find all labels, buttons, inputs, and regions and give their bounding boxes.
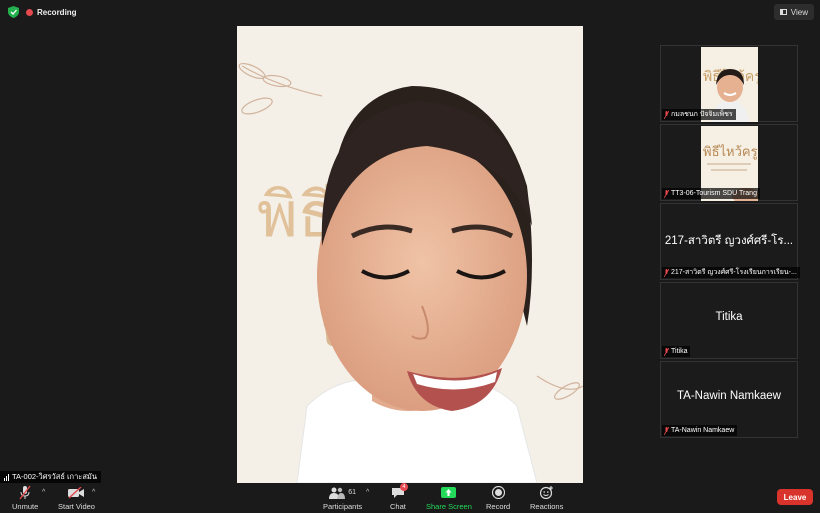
muted-mic-icon	[664, 426, 669, 435]
start-video-button[interactable]: Start Video	[58, 485, 95, 511]
participant-name-label: 217-สาวิตรี ญวงศ์ศรี-โรงเรียนการเรียน-..…	[662, 267, 800, 278]
participant-name: TT3-06-Tourism SDU Trang	[671, 190, 757, 197]
view-grid-icon	[779, 9, 787, 15]
participant-name-label: TA-Nawin Namkaew	[662, 425, 738, 436]
speaker-video-frame: พิธี ๒๘	[237, 26, 583, 483]
participant-tile[interactable]: พิธีไหว้ครู TT3-06-Tourism SDU Trang	[660, 124, 798, 201]
share-screen-button[interactable]: Share Screen	[426, 485, 472, 511]
participant-name: 217-สาวิตรี ญวงศ์ศรี-โรงเรียนการเรียน-..…	[671, 269, 797, 276]
participant-tile[interactable]: พิธีไหว้ครู กมลชนก ปัจจิมเพ็ชร	[660, 45, 798, 122]
active-speaker-name: TA-002-วิศรวัสธ์ เกาะสมัน	[12, 472, 97, 481]
unmute-label: Unmute	[12, 502, 39, 511]
participant-display-name: TA-Nawin Namkaew	[677, 390, 781, 402]
top-bar: Recording View	[0, 0, 820, 25]
chat-icon: 4	[391, 483, 408, 500]
participants-options-caret-icon[interactable]: ^	[366, 489, 369, 496]
record-button[interactable]: Record	[486, 485, 510, 511]
muted-mic-icon	[664, 189, 669, 198]
view-button[interactable]: View	[773, 4, 814, 20]
chat-button[interactable]: 4 Chat	[390, 483, 408, 511]
video-off-icon	[68, 485, 85, 500]
muted-mic-icon	[664, 347, 669, 356]
muted-mic-icon	[664, 110, 669, 119]
reactions-button[interactable]: Reactions	[530, 485, 563, 511]
record-icon	[491, 485, 505, 500]
recording-label: Recording	[37, 7, 77, 17]
video-options-caret-icon[interactable]: ^	[92, 489, 95, 496]
recording-dot-icon	[26, 8, 33, 16]
participant-tile[interactable]: TA-Nawin Namkaew TA-Nawin Namkaew	[660, 361, 798, 438]
participant-tile[interactable]: 217-สาวิตรี ญวงศ์ศรี-โร... 217-สาวิตรี ญ…	[660, 203, 800, 280]
muted-mic-icon	[18, 485, 32, 500]
muted-mic-icon	[664, 268, 669, 277]
audio-options-caret-icon[interactable]: ^	[42, 489, 45, 496]
audio-level-icon	[4, 473, 9, 481]
participant-name: กมลชนก ปัจจิมเพ็ชร	[671, 111, 733, 118]
svg-text:พิธีไหว้ครู: พิธีไหว้ครู	[703, 144, 758, 160]
participant-name: Titika	[671, 348, 688, 355]
participants-icon: 61	[329, 485, 356, 500]
participant-name-label: Titika	[662, 346, 691, 357]
share-screen-icon	[441, 485, 457, 500]
active-speaker-label: TA-002-วิศรวัสธ์ เกาะสมัน	[0, 471, 101, 483]
meeting-toolbar: Unmute ^ Start Video ^ 61 Participants ^…	[0, 483, 820, 513]
participant-name-label: TT3-06-Tourism SDU Trang	[662, 188, 760, 199]
main-speaker-video[interactable]: พิธี ๒๘	[237, 26, 583, 483]
share-screen-label: Share Screen	[426, 502, 472, 511]
start-video-label: Start Video	[58, 502, 95, 511]
participants-label: Participants	[323, 502, 363, 511]
leave-button[interactable]: Leave	[777, 489, 813, 505]
participant-thumbnails: พิธีไหว้ครู กมลชนก ปัจจิมเพ็ชร พิธีไหว้ค…	[660, 45, 800, 440]
participant-name: TA-Nawin Namkaew	[671, 427, 735, 434]
recording-indicator[interactable]: Recording	[26, 5, 77, 19]
record-label: Record	[486, 502, 511, 511]
participant-display-name: Titika	[715, 311, 743, 323]
chat-label: Chat	[390, 502, 406, 511]
participants-count: 61	[348, 489, 356, 496]
unmute-button[interactable]: Unmute	[12, 485, 38, 511]
shield-icon[interactable]	[8, 6, 19, 18]
reactions-smiley-icon	[539, 485, 554, 500]
chat-unread-badge: 4	[399, 483, 408, 491]
reactions-label: Reactions	[530, 502, 564, 511]
participant-name-label: กมลชนก ปัจจิมเพ็ชร	[662, 109, 736, 120]
participant-display-name: 217-สาวิตรี ญวงศ์ศรี-โร...	[664, 235, 794, 247]
participant-tile[interactable]: Titika Titika	[660, 282, 798, 359]
participants-button[interactable]: 61 Participants	[323, 485, 362, 511]
view-label: View	[790, 7, 808, 17]
